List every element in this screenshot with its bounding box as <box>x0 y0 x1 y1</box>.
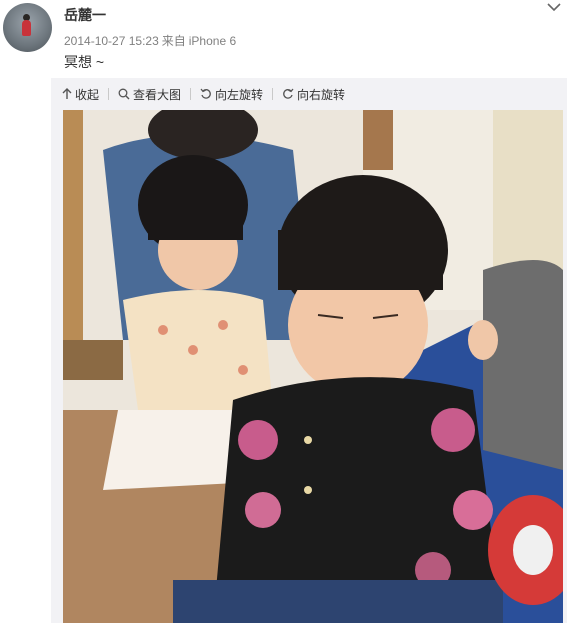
magnifier-icon <box>118 88 130 100</box>
photo-illustration <box>63 110 563 623</box>
toolbar-divider <box>108 88 110 100</box>
view-large-button[interactable]: 查看大图 <box>118 86 181 103</box>
rotate-right-icon <box>283 88 294 99</box>
toolbar-divider <box>272 88 274 100</box>
collapse-label: 收起 <box>75 87 100 102</box>
post-header: 岳麓一 2014-10-27 15:23 来自 iPhone 6 冥想 ~ <box>0 0 567 78</box>
collapse-button[interactable]: 收起 <box>62 86 99 103</box>
media-box: 收起 查看大图 向左旋转 向右旋转 <box>51 78 567 623</box>
source-prefix: 来自 <box>161 34 186 48</box>
post-source[interactable]: iPhone 6 <box>189 34 236 48</box>
username[interactable]: 岳麓一 <box>64 5 106 25</box>
post-meta: 2014-10-27 15:23 来自 iPhone 6 <box>64 32 239 49</box>
rotate-right-label: 向右旋转 <box>297 87 346 102</box>
avatar-figure-body <box>22 20 31 36</box>
rotate-left-label: 向左旋转 <box>215 87 264 102</box>
rotate-left-icon <box>200 88 211 99</box>
view-large-label: 查看大图 <box>133 87 182 102</box>
rotate-left-button[interactable]: 向左旋转 <box>200 86 263 103</box>
up-arrow-icon <box>62 88 72 99</box>
chevron-down-icon[interactable] <box>547 2 561 12</box>
post-photo[interactable] <box>63 110 563 623</box>
post-text: 冥想 ~ <box>64 54 105 70</box>
rotate-right-button[interactable]: 向右旋转 <box>282 86 345 103</box>
post-date[interactable]: 2014-10-27 15:23 <box>64 34 159 48</box>
media-toolbar: 收起 查看大图 向左旋转 向右旋转 <box>51 78 567 110</box>
toolbar-divider <box>190 88 192 100</box>
avatar[interactable] <box>3 3 52 52</box>
